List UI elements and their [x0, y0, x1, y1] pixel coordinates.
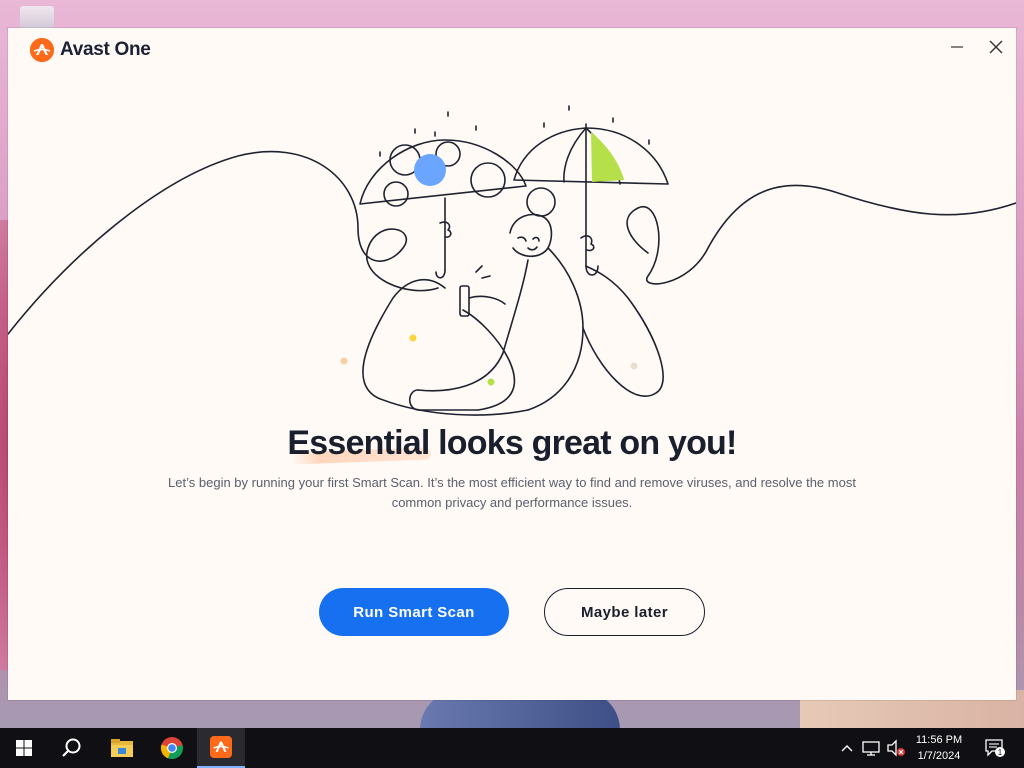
- run-smart-scan-button[interactable]: Run Smart Scan: [319, 588, 509, 636]
- taskbar-avast[interactable]: [197, 728, 245, 768]
- avast-logo-icon: [30, 38, 54, 62]
- maybe-later-button[interactable]: Maybe later: [544, 588, 705, 636]
- minimize-icon: [951, 46, 963, 48]
- description-text: Let’s begin by running your first Smart …: [168, 475, 856, 510]
- clock-date: 1/7/2024: [917, 750, 961, 762]
- close-button[interactable]: [979, 34, 1013, 60]
- taskbar-file-explorer[interactable]: [98, 728, 146, 768]
- network-icon: [862, 741, 880, 756]
- chrome-icon: [160, 737, 183, 760]
- system-clock[interactable]: 11:56 PM 1/7/2024: [906, 732, 972, 764]
- action-center-button[interactable]: 1: [980, 728, 1010, 768]
- network-button[interactable]: [860, 728, 882, 768]
- app-title: Avast One: [60, 39, 151, 60]
- notification-icon: 1: [985, 739, 1005, 757]
- volume-muted-icon: [887, 739, 905, 757]
- search-icon: [62, 738, 81, 757]
- clock-time: 11:56 PM: [915, 734, 963, 746]
- app-brand: Avast One: [30, 38, 151, 62]
- headline: Essential looks great on you!: [287, 424, 737, 462]
- tray-overflow-button[interactable]: [836, 728, 858, 768]
- start-button[interactable]: [0, 728, 48, 768]
- desktop-recycle-bin-icon[interactable]: [20, 6, 54, 28]
- taskbar-search-button[interactable]: [48, 728, 96, 768]
- taskbar: 11:56 PM 1/7/2024 1: [0, 728, 1024, 768]
- taskbar-chrome[interactable]: [148, 728, 196, 768]
- umbrella-illustration: [8, 105, 1016, 416]
- avast-onboarding-window: Avast One Essential looks great on you! …: [8, 28, 1016, 700]
- close-icon: [989, 40, 1003, 54]
- avast-icon: [210, 736, 232, 758]
- file-explorer-icon: [111, 739, 133, 757]
- volume-button[interactable]: [884, 728, 908, 768]
- chevron-up-icon: [841, 745, 853, 752]
- windows-start-icon: [16, 740, 32, 756]
- notification-count: 1: [998, 748, 1003, 757]
- minimize-button[interactable]: [940, 34, 974, 60]
